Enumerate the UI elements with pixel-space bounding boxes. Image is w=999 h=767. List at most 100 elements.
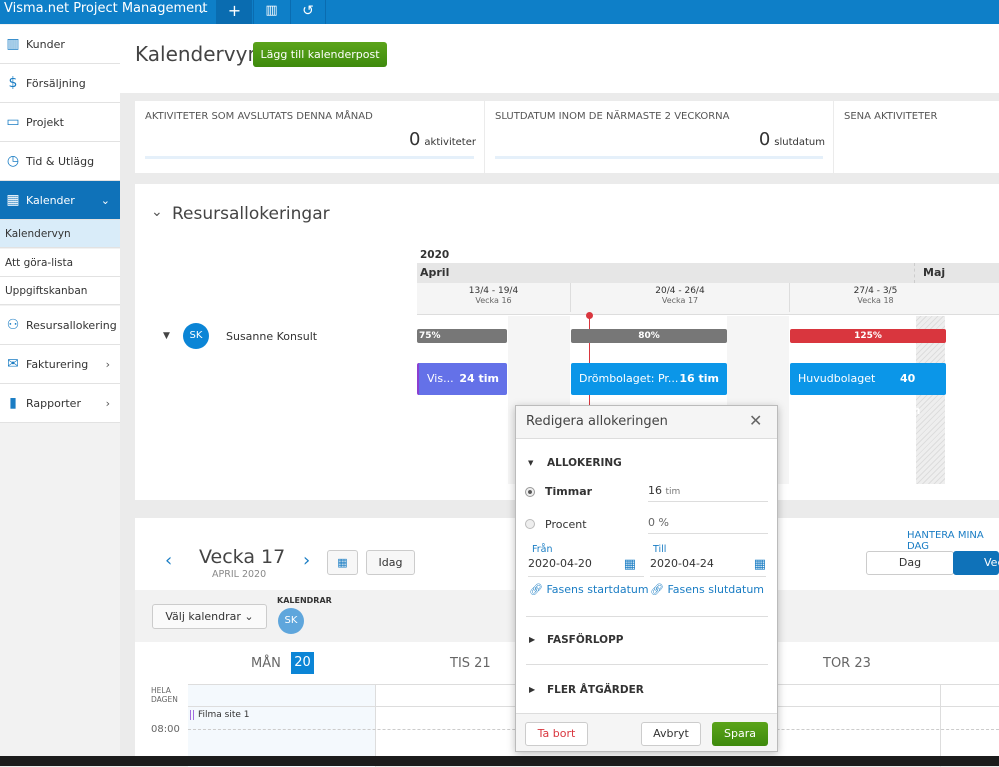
caret-right-icon[interactable]: ▶ — [529, 635, 535, 644]
day-header: TIS 21 — [450, 656, 491, 671]
stat-card: SENA AKTIVITETER — [834, 101, 999, 173]
chevron-down-icon[interactable]: ⌄ — [197, 3, 206, 16]
day-header: TOR 23 — [823, 656, 871, 671]
taskbar — [0, 756, 999, 766]
avatar: SK — [183, 323, 209, 349]
month-label: April — [420, 266, 450, 279]
stat-card: SLUTDATUM INOM DE NÄRMASTE 2 VECKORNA 0s… — [485, 101, 833, 173]
sidebar-item-projekt[interactable]: ▭ Projekt — [0, 103, 120, 142]
phase-end-link[interactable]: 🔗︎ Fasens slutdatum — [650, 583, 764, 596]
sidebar-item-label: Försäljning — [26, 76, 86, 90]
calendar-picker-button[interactable]: ▦ — [327, 550, 358, 575]
sidebar-item-rapporter[interactable]: ▮ Rapporter › — [0, 384, 120, 423]
edit-allocation-popup: Redigera allokeringen ✕ ▼ ALLOKERING Tim… — [515, 405, 778, 752]
stat-value: 0 aktiviteter — [408, 129, 476, 150]
sidebar-item-label: Kunder — [26, 37, 65, 51]
close-icon[interactable]: ✕ — [749, 411, 762, 430]
chevron-down-icon: ⌄ — [100, 193, 110, 207]
day-header: MÅN — [251, 656, 281, 671]
hours-input[interactable]: 16 tim — [648, 484, 768, 502]
month-subtitle: APRIL 2020 — [212, 569, 267, 580]
sidebar-item-resursallokering[interactable]: ⚇ Resursallokering — [0, 306, 120, 345]
stat-bar — [495, 156, 823, 159]
today-button[interactable]: Idag — [366, 550, 415, 575]
calendars-label: KALENDRAR — [277, 596, 332, 605]
month-header: April Maj — [417, 263, 999, 283]
page-header: Kalendervyn Lägg till kalenderpost — [120, 24, 999, 93]
section-allocation[interactable]: ALLOKERING — [547, 457, 622, 469]
from-date-input[interactable]: 2020-04-20 ▦ — [528, 557, 644, 577]
phase-start-link[interactable]: 🔗︎ Fasens startdatum — [529, 583, 649, 596]
caret-right-icon[interactable]: ▶ — [529, 685, 535, 694]
calendar-icon: ▦ — [337, 556, 348, 569]
expand-caret-icon[interactable]: ▼ — [163, 331, 170, 341]
prev-week-icon[interactable]: ‹ — [165, 550, 172, 571]
add-calendar-entry-button[interactable]: Lägg till kalenderpost — [253, 42, 387, 67]
cancel-button[interactable]: Avbryt — [641, 722, 701, 746]
caret-down-icon[interactable]: ▼ — [528, 459, 533, 467]
plus-icon[interactable]: + — [216, 0, 252, 24]
all-day-label: HELA DAGEN — [151, 686, 178, 704]
sidebar-item-kunder[interactable]: ▥ Kunder — [0, 25, 120, 64]
view-day-button[interactable]: Dag — [866, 551, 954, 575]
next-week-icon[interactable]: › — [303, 550, 310, 571]
save-button[interactable]: Spara — [712, 722, 768, 746]
calendar-event[interactable]: Filma site 1 — [190, 710, 250, 720]
sidebar-subitem-att-gora[interactable]: Att göra-lista — [0, 249, 120, 277]
delete-button[interactable]: Ta bort — [525, 722, 588, 746]
hours-label: Timmar — [545, 485, 593, 498]
today-marker — [586, 312, 593, 319]
sidebar-item-label: Resursallokering — [26, 318, 117, 332]
sidebar-item-tid[interactable]: ◷ Tid & Utlägg — [0, 142, 120, 181]
folder-icon: ▭ — [6, 114, 20, 130]
time-label: 08:00 — [151, 724, 180, 735]
panel-title: Resursallokeringar — [172, 204, 330, 224]
to-date-input[interactable]: 2020-04-24 ▦ — [650, 557, 766, 577]
bar-chart-icon: ▮ — [9, 395, 17, 411]
stat-value: 0 slutdatum — [758, 129, 825, 150]
sidebar-subitem-kanban[interactable]: Uppgiftskanban — [0, 277, 120, 305]
sidebar: ▥ Kunder $ Försäljning ▭ Projekt ◷ Tid & Utl… — [0, 24, 120, 766]
section-phase[interactable]: FASFÖRLOPP — [547, 634, 623, 646]
load-bar: 125% — [790, 329, 946, 343]
section-more-actions[interactable]: FLER ÅTGÄRDER — [547, 684, 644, 696]
chevron-right-icon: › — [105, 357, 110, 371]
year-label: 2020 — [420, 249, 450, 261]
to-label: Till — [653, 544, 667, 555]
week-col: 27/4 - 3/5 Vecka 18 — [789, 283, 961, 312]
sidebar-item-kalender[interactable]: ▦ Kalender ⌄ — [0, 181, 120, 220]
manage-days-link[interactable]: HANTERA MINA DAG — [907, 530, 999, 552]
week-col: 20/4 - 26/4 Vecka 17 — [570, 283, 789, 312]
allocation-bar[interactable]: Huvudbolaget AB... 40 tim — [790, 363, 946, 417]
history-icon[interactable]: ↺ — [290, 0, 326, 24]
allocation-bar[interactable]: Drömbolaget: Pr... 16 tim — [571, 363, 727, 395]
sidebar-item-label: Rapporter — [26, 396, 81, 410]
buildings-icon: ▥ — [6, 36, 20, 52]
calendar-avatar[interactable]: SK — [278, 608, 304, 634]
link-icon: 🔗︎ — [650, 583, 664, 596]
today-date-badge: 20 — [291, 652, 314, 674]
stat-bar — [145, 156, 474, 159]
clock-icon: ◷ — [6, 153, 20, 169]
chevron-down-icon: ⌄ — [244, 610, 254, 623]
calendar-icon: ▦ — [6, 192, 20, 208]
percent-label: Procent — [545, 518, 587, 531]
percent-input[interactable]: 0 % — [648, 516, 768, 534]
app-title[interactable]: Visma.net Project Management — [4, 1, 207, 16]
chevron-right-icon: › — [105, 396, 110, 410]
select-calendars-dropdown[interactable]: Välj kalendrar ⌄ — [152, 604, 267, 629]
view-week-button[interactable]: Vec — [953, 551, 999, 575]
sidebar-subitem-kalendervyn[interactable]: Kalendervyn — [0, 220, 120, 248]
load-bar: 75% — [417, 329, 507, 343]
collapse-chevron-icon[interactable]: ⌄ — [151, 204, 163, 220]
percent-radio[interactable] — [525, 519, 535, 529]
link-icon: 🔗︎ — [529, 583, 543, 596]
mail-icon: ✉ — [7, 356, 19, 372]
sidebar-item-label: Tid & Utlägg — [26, 154, 95, 168]
allocation-bar[interactable]: Vis... 24 tim — [417, 363, 507, 395]
chart-star-icon[interactable]: ▥ — [253, 0, 289, 24]
sidebar-item-fakturering[interactable]: ✉ Fakturering › — [0, 345, 120, 384]
hours-radio[interactable] — [525, 487, 535, 497]
sidebar-item-forsaljning[interactable]: $ Försäljning — [0, 64, 120, 103]
person-name[interactable]: Susanne Konsult — [226, 330, 317, 343]
